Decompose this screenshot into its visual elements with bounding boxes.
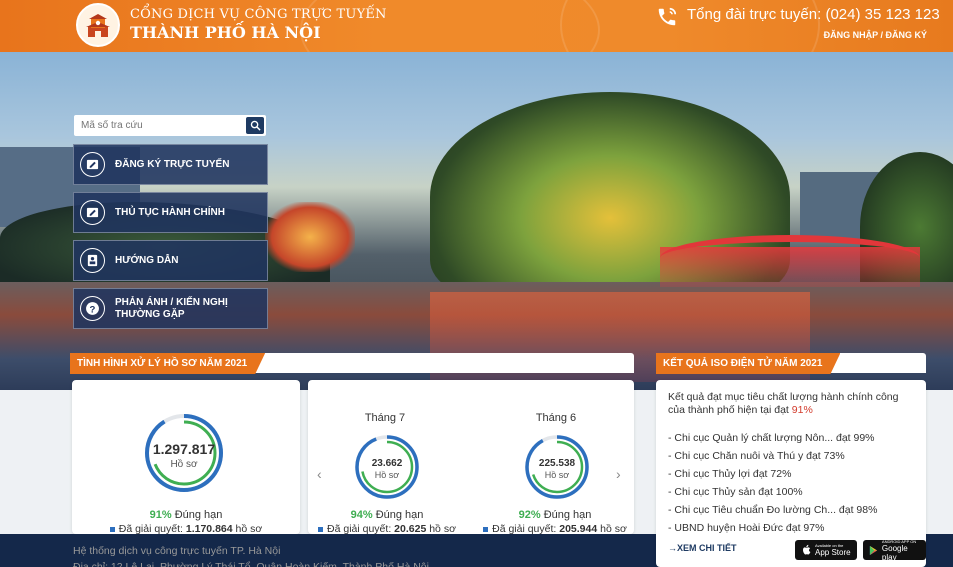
footer-info: Hệ thống dịch vụ công trực tuyến TP. Hà … [73,543,429,567]
menu-label: PHẢN ÁNH / KIẾN NGHỊ THƯỜNG GẶP [115,296,228,320]
hotline-text: Tổng đài trực tuyến: (024) 35 123 123 [687,6,940,23]
prev-month-arrow-icon[interactable]: ‹ [317,466,322,482]
month-unit: Hồ sơ [544,470,570,480]
edit-icon [80,152,105,177]
stats-section-title: TÌNH HÌNH XỬ LÝ HỒ SƠ NĂM 2021 [70,353,265,374]
search-icon [250,120,261,131]
view-details-label: XEM CHI TIẾT [677,543,737,553]
month-unit: Hồ sơ [374,470,400,480]
google-play-icon [869,545,878,555]
stats-section-header: TÌNH HÌNH XỬ LÝ HỒ SƠ NĂM 2021 [70,353,634,373]
hero-bridge [660,235,920,281]
app-store-badge[interactable]: Available on the App Store [795,540,857,560]
appstore-text: App Store [815,548,851,557]
phone-icon [658,7,677,26]
legend-square [318,526,324,532]
menu-feedback[interactable]: ? PHẢN ÁNH / KIẾN NGHỊ THƯỜNG GẶP [73,288,268,329]
city-logo[interactable] [76,3,120,47]
month-ontime: 92% Đúng hạn [480,509,630,521]
legend-square [109,526,115,532]
menu-label: ĐĂNG KÝ TRỰC TUYẾN [115,158,230,170]
search-button[interactable] [246,117,264,134]
svg-text:?: ? [90,304,96,315]
hero-pagoda [265,202,355,272]
total-ontime-percent: 91% [149,509,172,521]
month-ontime-percent: 92% [518,509,541,521]
lookup-code-input[interactable] [74,115,244,136]
menu-online-registration[interactable]: ĐĂNG KÝ TRỰC TUYẾN [73,144,268,185]
month-label: Tháng 6 [535,412,577,424]
auth-links: ĐĂNG NHẬP / ĐĂNG KÝ [824,30,927,40]
org-name-line2: THÀNH PHỐ HÀ NỘI [130,23,321,42]
site-header: CỔNG DỊCH VỤ CÔNG TRỰC TUYẾN THÀNH PHỐ H… [0,0,953,52]
month-ontime: 94% Đúng hạn [312,509,462,521]
khue-van-cac-logo-icon [86,14,110,37]
month-label: Tháng 7 [364,412,406,424]
next-month-arrow-icon[interactable]: › [616,466,621,482]
iso-intro-percent: 91% [791,404,813,416]
month-ontime-percent: 94% [350,509,373,521]
iso-list-item: - Chi cục Thủy lợi đạt 72% [668,468,792,480]
month-ontime-label: Đúng hạn [543,509,592,521]
iso-intro-text: Kết quả đạt mục tiêu chất lượng hành chí… [668,391,899,416]
month-value: 225.538 [538,458,576,469]
footer-line1: Hệ thống dịch vụ công trực tuyến TP. Hà … [73,545,281,557]
menu-guide[interactable]: HƯỚNG DẪN [73,240,268,281]
lookup-search-box [74,115,266,136]
register-link[interactable]: ĐĂNG KÝ [885,30,927,40]
total-value: 1.297.817 [152,441,216,457]
menu-label: THỦ TỤC HÀNH CHÍNH [115,206,225,218]
view-details-link[interactable]: →XEM CHI TIẾT [668,543,737,553]
iso-section-title: KẾT QUẢ ISO ĐIỆN TỬ NĂM 2021 [656,353,840,374]
menu-administrative-procedures[interactable]: THỦ TỤC HÀNH CHÍNH [73,192,268,233]
googleplay-text: Google play [881,543,908,562]
edit-icon [80,200,105,225]
google-play-badge[interactable]: ANDROID APP ON Google play [863,538,926,562]
guide-icon [80,248,105,273]
iso-section-header: KẾT QUẢ ISO ĐIỆN TỬ NĂM 2021 [656,353,926,373]
iso-list-item: - Chi cục Thủy sản đạt 100% [668,486,803,498]
org-name-line1: CỔNG DỊCH VỤ CÔNG TRỰC TUYẾN [130,7,387,22]
apple-icon [803,544,811,555]
iso-list-item: - Chi cục Chăn nuôi và Thú y đạt 73% [668,450,845,462]
arrow-right-icon: → [668,543,677,553]
iso-list-item: - Chi cục Quản lý chất lượng Nôn... đạt … [668,432,875,444]
googleplay-small-text: ANDROID APP ON [881,538,917,544]
total-unit: Hồ sơ [170,459,198,470]
total-ontime-label: Đúng hạn [174,509,223,521]
iso-list-item: - UBND huyện Hoài Đức đạt 97% [668,522,825,534]
menu-label: HƯỚNG DẪN [115,254,179,266]
total-ontime: 91% Đúng hạn [72,509,300,521]
footer-address: Địa chỉ: 12 Lê Lai, Phường Lý Thái Tổ, Q… [73,561,429,567]
iso-results-list: - Chi cục Quản lý chất lượng Nôn... đạt … [668,429,877,537]
month-ontime-label: Đúng hạn [375,509,424,521]
iso-list-item: - Chi cục Tiêu chuẩn Đo lường Ch... đạt … [668,504,878,516]
login-link[interactable]: ĐĂNG NHẬP [824,30,878,40]
iso-intro: Kết quả đạt mục tiêu chất lượng hành chí… [668,391,918,417]
month-value: 23.662 [371,458,403,469]
legend-square [483,526,489,532]
question-icon: ? [80,296,105,321]
